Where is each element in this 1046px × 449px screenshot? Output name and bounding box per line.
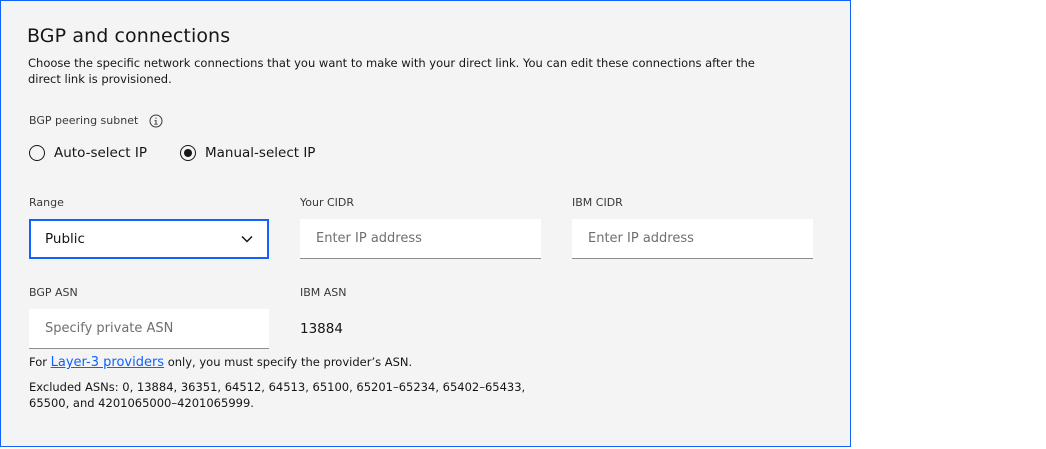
your-cidr-field[interactable] — [300, 219, 541, 259]
bgp-peering-subnet-label: BGP peering subnet — [29, 114, 139, 127]
bgp-asn-field[interactable] — [29, 309, 269, 349]
helper-prefix: For — [29, 355, 51, 369]
your-cidr-label: Your CIDR — [300, 196, 355, 209]
range-label: Range — [29, 196, 64, 209]
ibm-cidr-label: IBM CIDR — [572, 196, 623, 209]
ibm-asn-label: IBM ASN — [300, 286, 347, 299]
bgp-asn-input[interactable] — [29, 309, 269, 348]
layer3-providers-link[interactable]: Layer-3 providers — [51, 355, 164, 370]
radio-circle[interactable] — [29, 145, 45, 161]
range-select[interactable]: Public — [29, 219, 269, 259]
radio-dot — [184, 149, 192, 157]
section-title: BGP and connections — [27, 25, 231, 47]
chevron-down-icon — [241, 235, 253, 243]
ibm-cidr-input[interactable] — [572, 219, 813, 258]
section-description: Choose the specific network connections … — [28, 56, 755, 86]
helper-suffix: only, you must specify the provider’s AS… — [164, 355, 413, 369]
ibm-cidr-field[interactable] — [572, 219, 813, 259]
range-select-value: Public — [45, 231, 85, 247]
helper-text: For Layer-3 providers only, you must spe… — [29, 355, 412, 370]
excluded-asns-text: Excluded ASNs: 0, 13884, 36351, 64512, 6… — [29, 380, 526, 410]
bgp-connections-panel: BGP and connections Choose the specific … — [0, 0, 851, 447]
your-cidr-input[interactable] — [300, 219, 541, 258]
radio-manual-select-ip[interactable]: Manual-select IP — [180, 145, 315, 161]
radio-label-manual-select: Manual-select IP — [205, 145, 316, 161]
radio-circle-selected[interactable] — [180, 145, 196, 161]
radio-auto-select-ip[interactable]: Auto-select IP — [29, 145, 147, 161]
ibm-asn-value: 13884 — [300, 321, 343, 337]
bgp-asn-label: BGP ASN — [29, 286, 78, 299]
info-icon[interactable] — [149, 114, 163, 128]
radio-label-auto-select: Auto-select IP — [54, 145, 147, 161]
